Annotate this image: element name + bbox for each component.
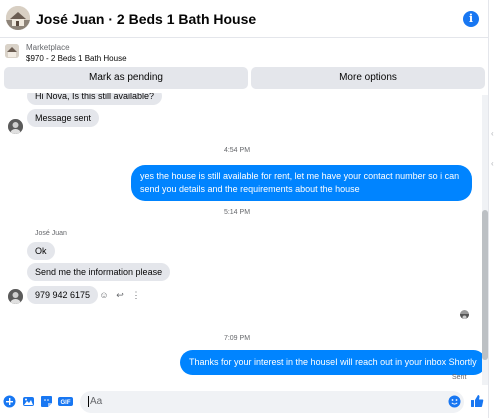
incoming-message: Ok (27, 242, 55, 260)
photo-icon[interactable] (22, 395, 35, 408)
sticker-icon[interactable] (40, 395, 53, 408)
text-cursor (88, 395, 89, 407)
emoji-icon[interactable] (448, 395, 461, 408)
reply-icon[interactable]: ↩ (114, 289, 126, 301)
more-options-button[interactable]: More options (251, 67, 485, 89)
listing-price-title[interactable]: $970 - 2 Beds 1 Bath House (26, 54, 127, 63)
listing-thumbnail[interactable] (5, 44, 19, 58)
timestamp: 4:54 PM (223, 147, 251, 154)
svg-text:GIF: GIF (61, 400, 71, 406)
info-icon[interactable]: i (463, 11, 479, 27)
listing-avatar[interactable] (6, 6, 30, 30)
outgoing-message: Thanks for your interest in the houseI w… (180, 350, 486, 375)
gif-icon[interactable]: GIF (58, 395, 73, 408)
incoming-message: Message sent (27, 109, 100, 127)
timestamp: 5:14 PM (223, 209, 251, 216)
more-actions-icon[interactable]: ⋮ (130, 289, 142, 301)
sender-avatar[interactable] (8, 289, 23, 304)
page-title[interactable]: José Juan · 2 Beds 1 Bath House (36, 11, 256, 27)
incoming-message: Hi Nova, Is this still available? (27, 93, 163, 105)
marketplace-label: Marketplace (26, 43, 70, 52)
plus-circle-icon[interactable] (3, 395, 16, 408)
react-emoji-icon[interactable]: ☺ (98, 289, 110, 301)
message-input-placeholder: Aa (90, 396, 103, 407)
incoming-message: 979 942 6175 (27, 286, 99, 304)
sender-avatar[interactable] (8, 119, 23, 134)
timestamp: 7:09 PM (223, 335, 251, 342)
gutter-icon: ‹ (491, 129, 494, 138)
sender-name: José Juan (35, 230, 67, 237)
message-input[interactable]: Aa (80, 391, 464, 413)
chat-header: José Juan · 2 Beds 1 Bath House i (0, 0, 488, 38)
incoming-message: Send me the information please (27, 263, 171, 281)
sent-status: Sent (452, 374, 467, 381)
mark-as-pending-button[interactable]: Mark as pending (4, 67, 248, 89)
message-list: Hi Nova, Is this still available? Messag… (0, 93, 488, 386)
chat-window: José Juan · 2 Beds 1 Bath House i Market… (0, 0, 488, 418)
seen-avatar (460, 310, 469, 319)
thumbs-up-icon[interactable] (470, 394, 484, 408)
right-gutter: ‹ ‹ (488, 0, 500, 418)
gutter-icon: ‹ (491, 159, 494, 168)
outgoing-message: yes the house is still available for ren… (131, 165, 472, 201)
